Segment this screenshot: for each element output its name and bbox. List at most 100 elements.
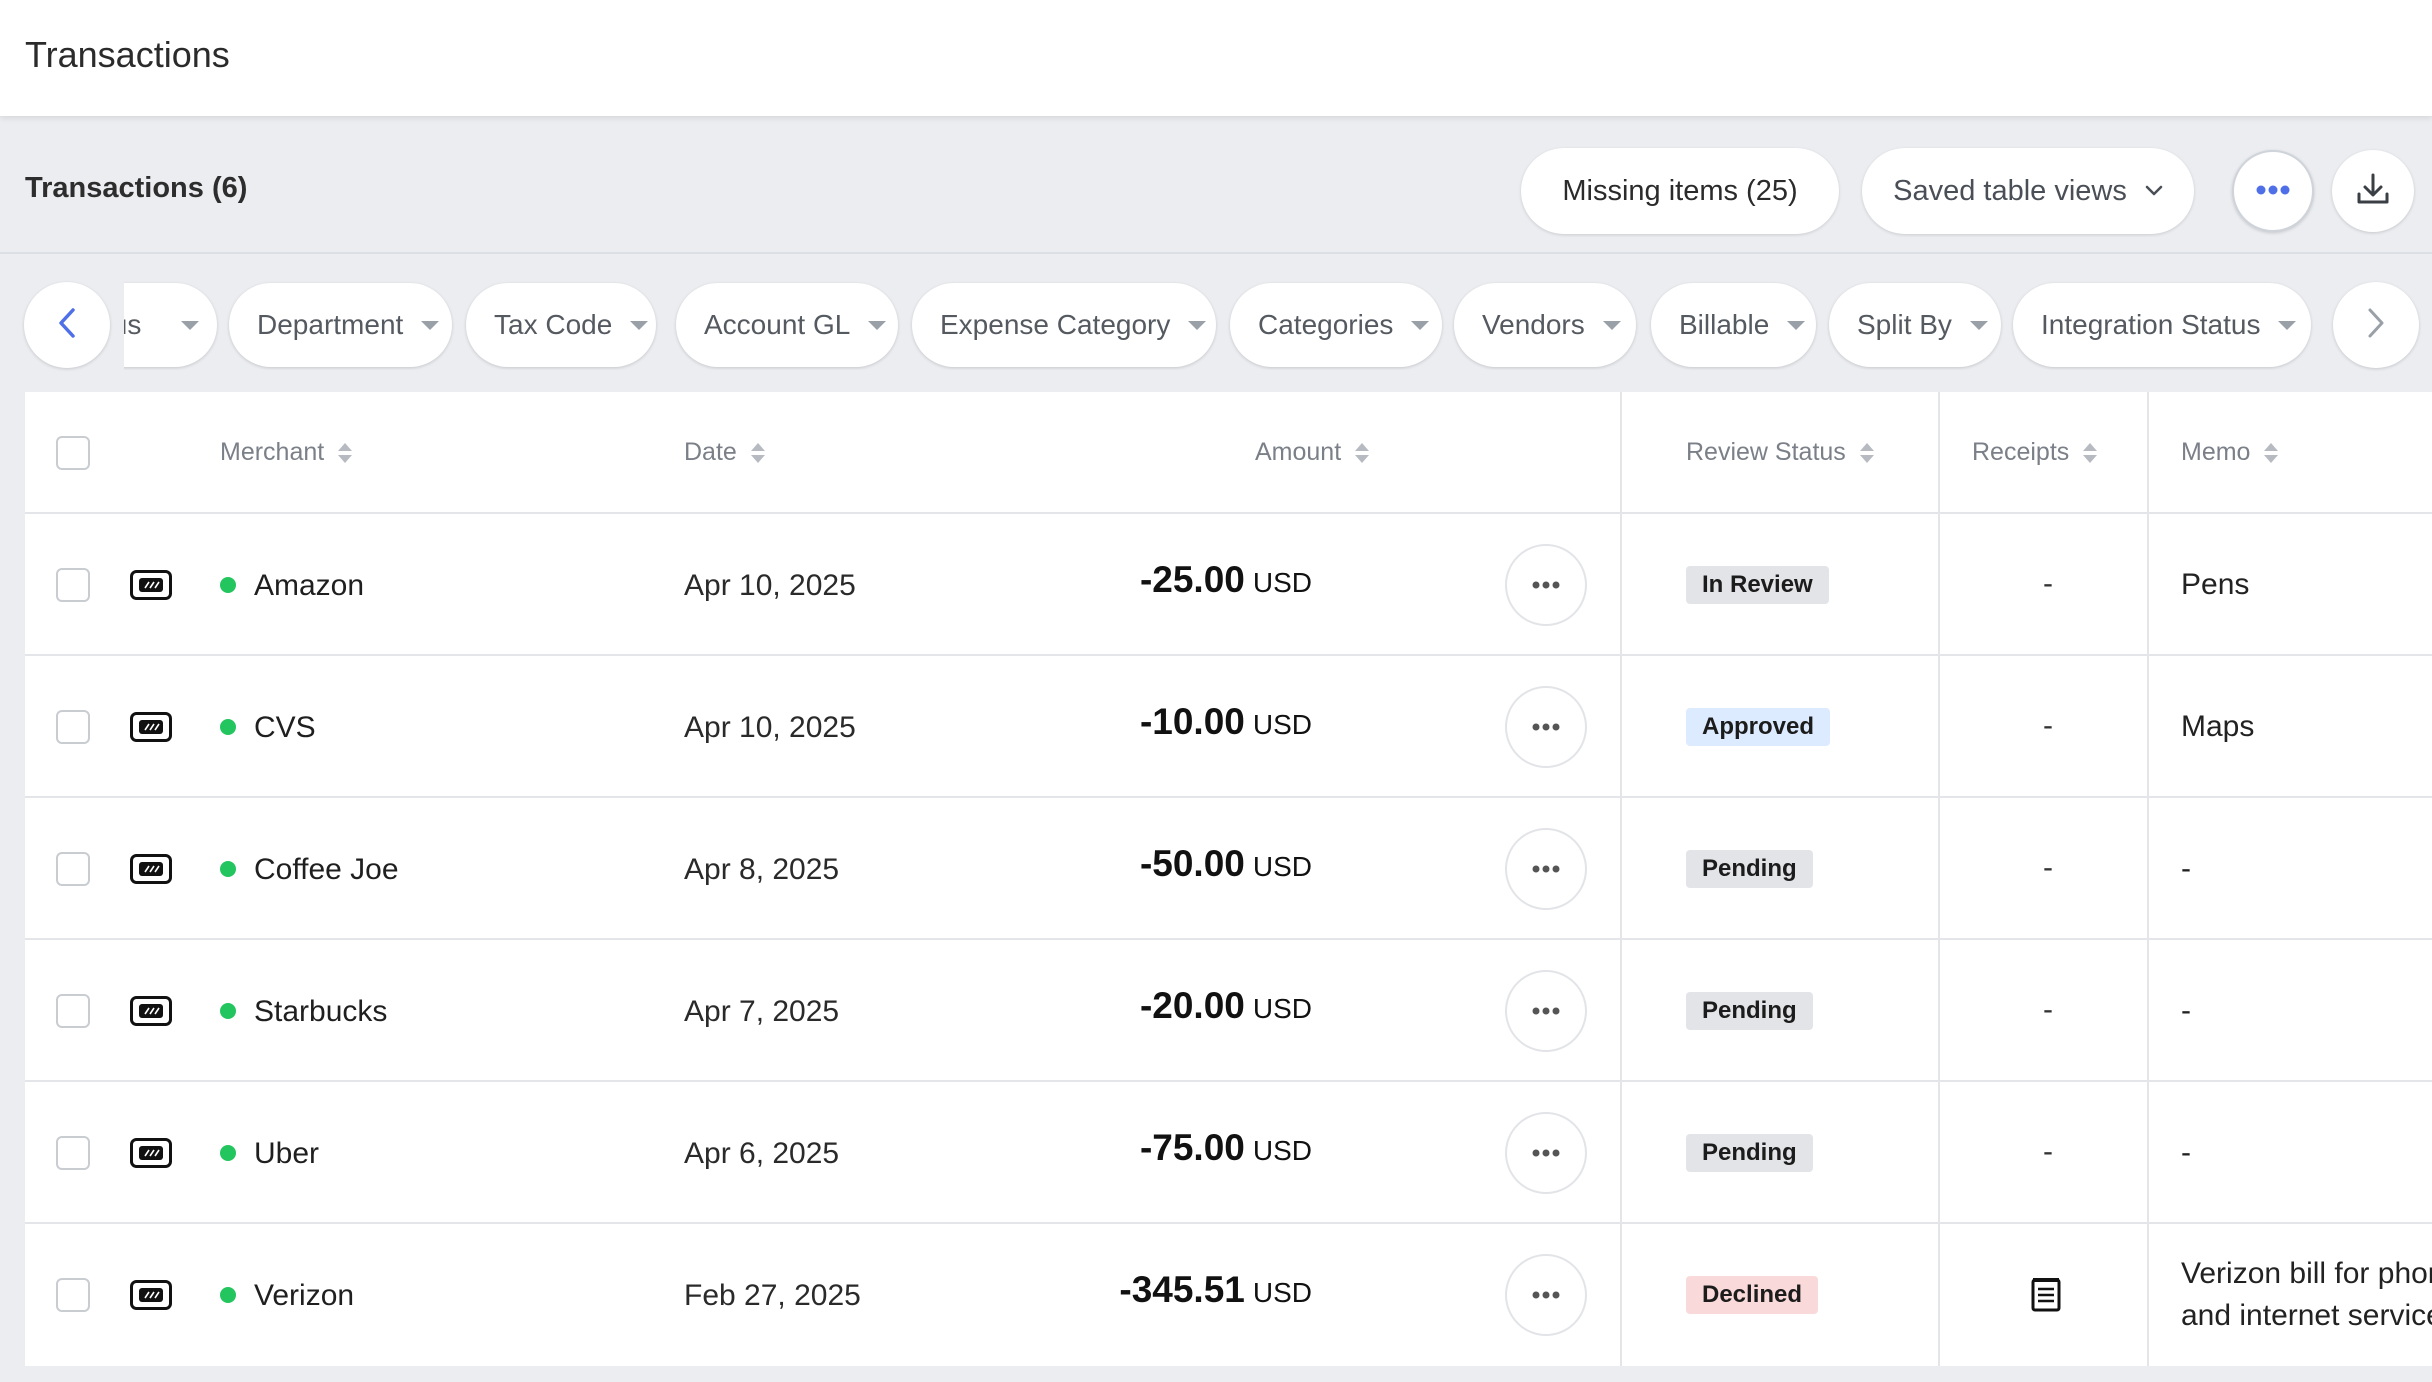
filter-chip-tax-code[interactable]: Tax Code (466, 283, 656, 367)
more-horizontal-icon (1532, 718, 1560, 736)
filter-chip-department[interactable]: Department (229, 283, 452, 367)
amount-value: -10.00 (1139, 701, 1245, 742)
memo-text: - (2181, 852, 2191, 885)
sort-icon (2264, 442, 2279, 463)
receipt-value: - (2043, 851, 2053, 884)
transactions-table: Merchant Date Amount Review Status Recei… (25, 392, 2432, 1366)
merchant-name: CVS (254, 711, 316, 744)
column-header-label: Review Status (1686, 438, 1846, 466)
row-checkbox[interactable] (56, 710, 90, 744)
column-header-label: Memo (2181, 438, 2251, 466)
filter-chip-vendors[interactable]: Vendors (1454, 283, 1636, 367)
receipt-value: - (2043, 993, 2053, 1026)
row-actions-button[interactable] (1505, 1254, 1587, 1336)
sort-icon (338, 442, 353, 463)
filter-chip-label: Split By (1857, 309, 1952, 340)
filter-chips-viewport: Status Department Tax Code Account GL Ex… (124, 280, 2332, 370)
merchant-status-dot (220, 1003, 236, 1019)
row-checkbox[interactable] (56, 1136, 90, 1170)
column-header-receipts[interactable]: Receipts (1972, 438, 2098, 467)
column-header-label: Date (684, 438, 737, 466)
chevron-left-icon (57, 307, 77, 344)
card-icon (130, 712, 172, 742)
memo-text: - (2181, 1136, 2191, 1169)
row-checkbox[interactable] (56, 852, 90, 886)
table-row[interactable]: Starbucks Apr 7, 2025 -20.00 USD Pending … (25, 940, 2432, 1082)
filter-chip-label: Integration Status (2041, 309, 2261, 340)
filter-chip-label: Status (124, 309, 142, 340)
merchant-name: Amazon (254, 569, 365, 602)
column-header-merchant[interactable]: Merchant (220, 438, 353, 467)
memo-text: Pens (2181, 568, 2250, 601)
memo-line: and internet service (2181, 1299, 2432, 1332)
filter-chip-expense-category[interactable]: Expense Category (912, 283, 1216, 367)
app-header: Transactions (0, 0, 2432, 116)
table-row[interactable]: Amazon Apr 10, 2025 -25.00 USD In Review … (25, 514, 2432, 656)
caret-down-icon (181, 320, 199, 330)
transaction-date: Apr 10, 2025 (684, 569, 856, 602)
more-horizontal-icon (2255, 182, 2291, 200)
review-status-badge: Pending (1686, 850, 1813, 888)
row-actions-button[interactable] (1505, 970, 1587, 1052)
missing-items-button[interactable]: Missing items (25) (1521, 148, 1839, 234)
filter-chip-label: Tax Code (494, 309, 613, 340)
receipt-value: - (2043, 709, 2053, 742)
sort-icon (1355, 442, 1370, 463)
download-icon (2354, 170, 2392, 213)
filters-prev-button[interactable] (24, 282, 110, 368)
more-options-button[interactable] (2232, 150, 2314, 232)
caret-down-icon (1188, 320, 1207, 330)
row-actions-button[interactable] (1505, 544, 1587, 626)
caret-down-icon (1411, 320, 1430, 330)
receipt-value: - (2043, 567, 2053, 600)
amount-value: -25.00 (1139, 559, 1245, 600)
merchant-name: Verizon (254, 1279, 355, 1312)
transaction-date: Feb 27, 2025 (684, 1279, 861, 1312)
memo-text: - (2181, 994, 2191, 1027)
more-horizontal-icon (1532, 860, 1560, 878)
filter-chip-label: Department (257, 309, 404, 340)
filter-chip-billable[interactable]: Billable (1651, 283, 1816, 367)
transaction-amount: -50.00 USD (1140, 843, 1312, 885)
card-icon (130, 570, 172, 600)
column-header-memo[interactable]: Memo (2181, 438, 2279, 467)
receipt-value: - (2043, 1135, 2053, 1168)
merchant-name: Starbucks (254, 995, 388, 1028)
memo-text: Verizon bill for phone and internet serv… (2181, 1253, 2432, 1337)
filter-chip-status[interactable]: Status (124, 283, 217, 367)
select-all-checkbox[interactable] (56, 436, 90, 470)
filter-chip-integration-status[interactable]: Integration Status (2013, 283, 2311, 367)
row-checkbox[interactable] (56, 1278, 90, 1312)
memo-text: Maps (2181, 710, 2255, 743)
filter-chip-split-by[interactable]: Split By (1829, 283, 2001, 367)
column-header-review-status[interactable]: Review Status (1686, 438, 1874, 467)
transaction-date: Apr 10, 2025 (684, 711, 856, 744)
transactions-count-label: Transactions (6) (25, 172, 248, 204)
column-header-amount[interactable]: Amount (1255, 438, 1370, 467)
table-row[interactable]: Coffee Joe Apr 8, 2025 -50.00 USD Pending… (25, 798, 2432, 940)
transaction-date: Apr 6, 2025 (684, 1137, 840, 1170)
table-row[interactable]: Verizon Feb 27, 2025 -345.51 USD Declined… (25, 1224, 2432, 1366)
row-checkbox[interactable] (56, 568, 90, 602)
sort-icon (750, 442, 765, 463)
row-checkbox[interactable] (56, 994, 90, 1028)
merchant-status-dot (220, 1145, 236, 1161)
chevron-right-icon (2366, 307, 2386, 344)
receipt-icon[interactable] (2030, 1277, 2062, 1318)
filters-next-button[interactable] (2333, 282, 2419, 368)
merchant-status-dot (220, 577, 236, 593)
card-icon (130, 1138, 172, 1168)
caret-down-icon (1602, 320, 1621, 330)
saved-table-views-dropdown[interactable]: Saved table views (1862, 148, 2194, 234)
column-header-date[interactable]: Date (684, 438, 765, 467)
row-actions-button[interactable] (1505, 828, 1587, 910)
more-horizontal-icon (1532, 576, 1560, 594)
download-button[interactable] (2332, 150, 2414, 232)
row-actions-button[interactable] (1505, 686, 1587, 768)
filter-chip-account-gl[interactable]: Account GL (676, 283, 898, 367)
table-row[interactable]: CVS Apr 10, 2025 -10.00 USD Approved - Map… (25, 656, 2432, 798)
table-row[interactable]: Uber Apr 6, 2025 -75.00 USD Pending - - (25, 1082, 2432, 1224)
filter-chip-categories[interactable]: Categories (1230, 283, 1442, 367)
transaction-amount: -345.51 USD (1119, 1269, 1312, 1311)
row-actions-button[interactable] (1505, 1112, 1587, 1194)
